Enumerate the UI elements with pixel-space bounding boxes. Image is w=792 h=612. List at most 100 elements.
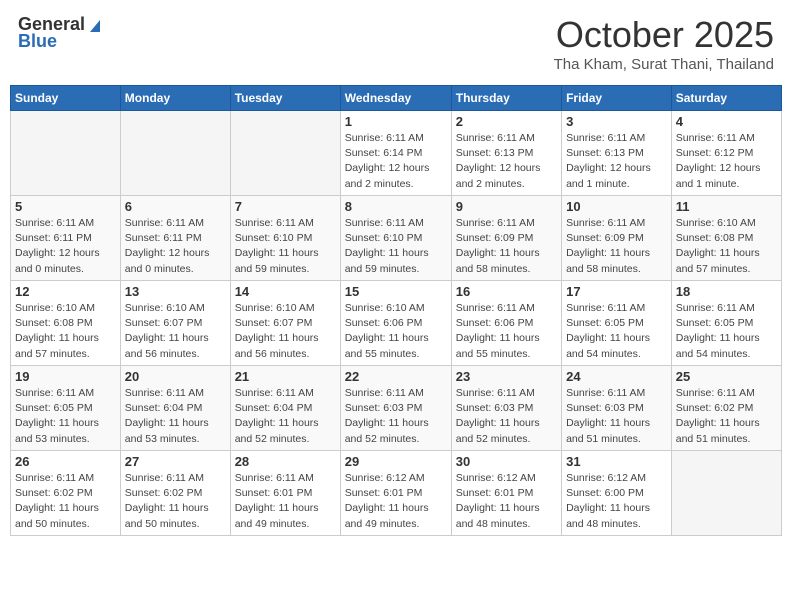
day-info: Sunrise: 6:11 AM Sunset: 6:04 PM Dayligh…	[125, 386, 226, 447]
calendar-cell: 16 Sunrise: 6:11 AM Sunset: 6:06 PM Dayli…	[451, 281, 561, 366]
week-row-4: 19Sunrise: 6:11 AM Sunset: 6:05 PM Dayli…	[11, 366, 782, 451]
calendar-cell: 14 Sunrise: 6:10 AM Sunset: 6:07 PM Dayli…	[230, 281, 340, 366]
calendar-cell	[120, 111, 230, 196]
day-info: Sunrise: 6:11 AM Sunset: 6:14 PM Dayligh…	[345, 131, 447, 192]
day-info: Sunrise: 6:10 AM Sunset: 6:08 PM Dayligh…	[15, 301, 116, 362]
day-info: Sunrise: 6:10 AM Sunset: 6:07 PM Dayligh…	[235, 301, 336, 362]
day-info: Sunrise: 6:11 AM Sunset: 6:04 PM Dayligh…	[235, 386, 336, 447]
day-number: 1	[345, 114, 447, 129]
day-info: Sunrise: 6:11 AM Sunset: 6:01 PM Dayligh…	[235, 471, 336, 532]
calendar-cell: 5 Sunrise: 6:11 AM Sunset: 6:11 PM Daylig…	[11, 196, 121, 281]
calendar-table: SundayMondayTuesdayWednesdayThursdayFrid…	[10, 85, 782, 536]
calendar-cell: 24 Sunrise: 6:11 AM Sunset: 6:03 PM Dayli…	[562, 366, 672, 451]
day-number: 12	[15, 284, 116, 299]
calendar-cell: 25 Sunrise: 6:11 AM Sunset: 6:02 PM Dayli…	[671, 366, 781, 451]
day-info: Sunrise: 6:11 AM Sunset: 6:05 PM Dayligh…	[676, 301, 777, 362]
day-number: 17	[566, 284, 667, 299]
calendar-cell: 12 Sunrise: 6:10 AM Sunset: 6:08 PM Dayli…	[11, 281, 121, 366]
day-number: 29	[345, 454, 447, 469]
day-info: Sunrise: 6:11 AM Sunset: 6:03 PM Dayligh…	[456, 386, 557, 447]
day-info: Sunrise: 6:10 AM Sunset: 6:08 PM Dayligh…	[676, 216, 777, 277]
day-number: 24	[566, 369, 667, 384]
day-info: Sunrise: 6:11 AM Sunset: 6:13 PM Dayligh…	[456, 131, 557, 192]
logo-icon	[86, 16, 104, 34]
page-header: General Blue October 2025 Tha Kham, Sura…	[10, 10, 782, 77]
day-info: Sunrise: 6:11 AM Sunset: 6:11 PM Dayligh…	[125, 216, 226, 277]
week-row-1: 1 Sunrise: 6:11 AM Sunset: 6:14 PM Daylig…	[11, 111, 782, 196]
calendar-cell: 30Sunrise: 6:12 AM Sunset: 6:01 PM Dayli…	[451, 451, 561, 536]
day-number: 28	[235, 454, 336, 469]
day-number: 4	[676, 114, 777, 129]
day-number: 31	[566, 454, 667, 469]
logo: General Blue	[18, 14, 104, 52]
location-subtitle: Tha Kham, Surat Thani, Thailand	[554, 56, 774, 73]
calendar-cell: 11 Sunrise: 6:10 AM Sunset: 6:08 PM Dayli…	[671, 196, 781, 281]
day-info: Sunrise: 6:10 AM Sunset: 6:07 PM Dayligh…	[125, 301, 226, 362]
calendar-cell	[230, 111, 340, 196]
day-info: Sunrise: 6:11 AM Sunset: 6:10 PM Dayligh…	[345, 216, 447, 277]
calendar-cell: 22Sunrise: 6:11 AM Sunset: 6:03 PM Dayli…	[340, 366, 451, 451]
day-info: Sunrise: 6:11 AM Sunset: 6:02 PM Dayligh…	[15, 471, 116, 532]
day-number: 25	[676, 369, 777, 384]
day-info: Sunrise: 6:12 AM Sunset: 6:00 PM Dayligh…	[566, 471, 667, 532]
day-number: 16	[456, 284, 557, 299]
calendar-cell: 17 Sunrise: 6:11 AM Sunset: 6:05 PM Dayli…	[562, 281, 672, 366]
day-number: 26	[15, 454, 116, 469]
day-info: Sunrise: 6:11 AM Sunset: 6:02 PM Dayligh…	[676, 386, 777, 447]
calendar-cell: 23 Sunrise: 6:11 AM Sunset: 6:03 PM Dayli…	[451, 366, 561, 451]
calendar-cell	[671, 451, 781, 536]
header-tuesday: Tuesday	[230, 86, 340, 111]
calendar-header-row: SundayMondayTuesdayWednesdayThursdayFrid…	[11, 86, 782, 111]
day-info: Sunrise: 6:11 AM Sunset: 6:06 PM Dayligh…	[456, 301, 557, 362]
day-info: Sunrise: 6:12 AM Sunset: 6:01 PM Dayligh…	[345, 471, 447, 532]
day-number: 2	[456, 114, 557, 129]
day-info: Sunrise: 6:12 AM Sunset: 6:01 PM Dayligh…	[456, 471, 557, 532]
day-number: 21	[235, 369, 336, 384]
calendar-cell: 3Sunrise: 6:11 AM Sunset: 6:13 PM Daylig…	[562, 111, 672, 196]
calendar-cell	[11, 111, 121, 196]
day-number: 7	[235, 199, 336, 214]
day-info: Sunrise: 6:11 AM Sunset: 6:03 PM Dayligh…	[345, 386, 447, 447]
day-number: 15	[345, 284, 447, 299]
day-number: 18	[676, 284, 777, 299]
calendar-cell: 7 Sunrise: 6:11 AM Sunset: 6:10 PM Daylig…	[230, 196, 340, 281]
calendar-cell: 18 Sunrise: 6:11 AM Sunset: 6:05 PM Dayli…	[671, 281, 781, 366]
week-row-2: 5 Sunrise: 6:11 AM Sunset: 6:11 PM Daylig…	[11, 196, 782, 281]
day-number: 14	[235, 284, 336, 299]
day-info: Sunrise: 6:11 AM Sunset: 6:10 PM Dayligh…	[235, 216, 336, 277]
calendar-cell: 10Sunrise: 6:11 AM Sunset: 6:09 PM Dayli…	[562, 196, 672, 281]
header-wednesday: Wednesday	[340, 86, 451, 111]
day-number: 6	[125, 199, 226, 214]
day-number: 23	[456, 369, 557, 384]
calendar-cell: 9 Sunrise: 6:11 AM Sunset: 6:09 PM Daylig…	[451, 196, 561, 281]
day-number: 5	[15, 199, 116, 214]
day-info: Sunrise: 6:11 AM Sunset: 6:11 PM Dayligh…	[15, 216, 116, 277]
calendar-cell: 1 Sunrise: 6:11 AM Sunset: 6:14 PM Daylig…	[340, 111, 451, 196]
month-title: October 2025	[554, 14, 774, 56]
day-number: 20	[125, 369, 226, 384]
week-row-5: 26 Sunrise: 6:11 AM Sunset: 6:02 PM Dayli…	[11, 451, 782, 536]
calendar-cell: 29 Sunrise: 6:12 AM Sunset: 6:01 PM Dayli…	[340, 451, 451, 536]
day-info: Sunrise: 6:11 AM Sunset: 6:05 PM Dayligh…	[566, 301, 667, 362]
header-thursday: Thursday	[451, 86, 561, 111]
calendar-cell: 2 Sunrise: 6:11 AM Sunset: 6:13 PM Daylig…	[451, 111, 561, 196]
day-number: 11	[676, 199, 777, 214]
day-info: Sunrise: 6:11 AM Sunset: 6:13 PM Dayligh…	[566, 131, 667, 192]
day-info: Sunrise: 6:11 AM Sunset: 6:12 PM Dayligh…	[676, 131, 777, 192]
day-info: Sunrise: 6:11 AM Sunset: 6:03 PM Dayligh…	[566, 386, 667, 447]
calendar-cell: 6 Sunrise: 6:11 AM Sunset: 6:11 PM Daylig…	[120, 196, 230, 281]
calendar-cell: 19Sunrise: 6:11 AM Sunset: 6:05 PM Dayli…	[11, 366, 121, 451]
header-sunday: Sunday	[11, 86, 121, 111]
day-number: 27	[125, 454, 226, 469]
day-number: 8	[345, 199, 447, 214]
title-area: October 2025 Tha Kham, Surat Thani, Thai…	[554, 14, 774, 73]
day-info: Sunrise: 6:11 AM Sunset: 6:09 PM Dayligh…	[456, 216, 557, 277]
calendar-cell: 8 Sunrise: 6:11 AM Sunset: 6:10 PM Daylig…	[340, 196, 451, 281]
header-friday: Friday	[562, 86, 672, 111]
day-number: 13	[125, 284, 226, 299]
day-info: Sunrise: 6:11 AM Sunset: 6:09 PM Dayligh…	[566, 216, 667, 277]
day-number: 9	[456, 199, 557, 214]
calendar-cell: 4 Sunrise: 6:11 AM Sunset: 6:12 PM Daylig…	[671, 111, 781, 196]
calendar-cell: 20 Sunrise: 6:11 AM Sunset: 6:04 PM Dayli…	[120, 366, 230, 451]
calendar-cell: 27Sunrise: 6:11 AM Sunset: 6:02 PM Dayli…	[120, 451, 230, 536]
